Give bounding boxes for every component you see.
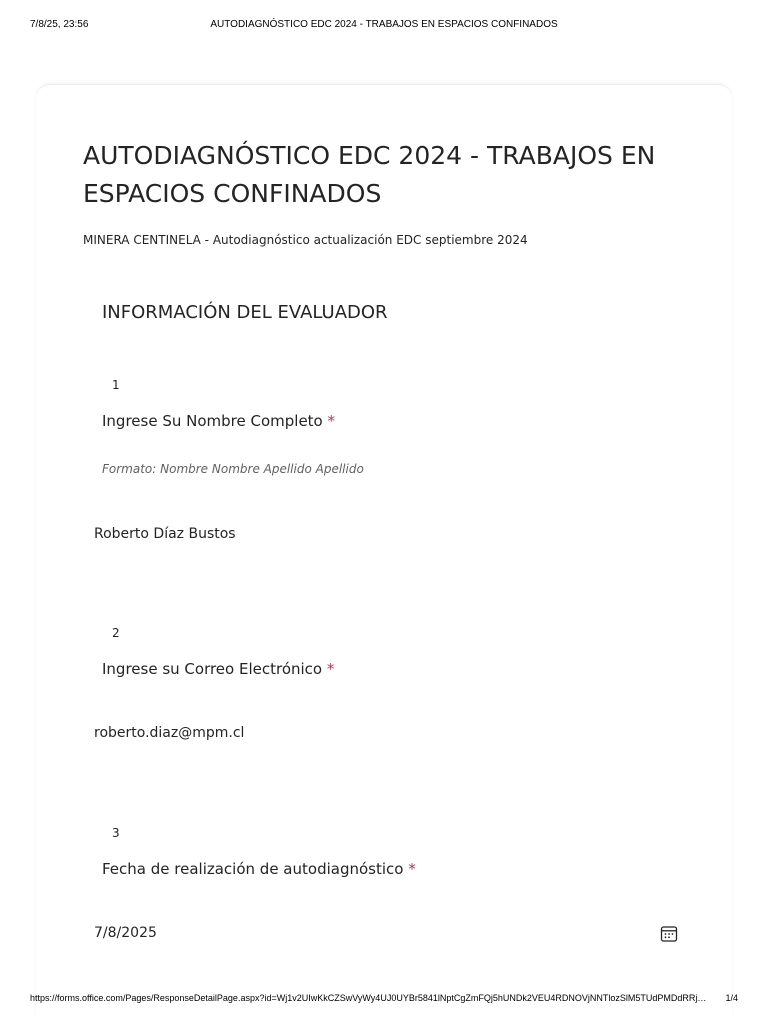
required-marker: * [408,860,416,878]
form-title: AUTODIAGNÓSTICO EDC 2024 - TRABAJOS EN E… [83,141,656,208]
print-date: 7/8/25, 23:56 [30,19,89,30]
question-3-label-text: Fecha de realización de autodiagnóstico [102,860,404,878]
print-page-number: 1/4 [725,993,738,1003]
question-1-label-text: Ingrese Su Nombre Completo [102,412,323,430]
question-1-answer: Roberto Díaz Bustos [94,526,236,542]
print-title: AUTODIAGNÓSTICO EDC 2024 - TRABAJOS EN E… [210,19,558,30]
print-header: AUTODIAGNÓSTICO EDC 2024 - TRABAJOS EN E… [0,19,768,33]
question-3-number: 3 [112,826,120,840]
question-1-label: Ingrese Su Nombre Completo * [102,412,335,430]
question-1-hint: Formato: Nombre Nombre Apellido Apellido [102,462,364,476]
required-marker: * [326,660,335,678]
form-subtitle: MINERA CENTINELA - Autodiagnóstico actua… [83,233,528,247]
calendar-icon[interactable] [660,925,678,943]
question-3-label: Fecha de realización de autodiagnóstico … [102,860,416,878]
question-2-label: Ingrese su Correo Electrónico * [102,660,334,678]
question-2-answer: roberto.diaz@mpm.cl [94,725,245,741]
section-title: INFORMACIÓN DEL EVALUADOR [102,302,388,323]
print-url: https://forms.office.com/Pages/ResponseD… [30,993,708,1003]
print-footer: https://forms.office.com/Pages/ResponseD… [0,993,768,1007]
question-1-number: 1 [112,378,120,392]
required-marker: * [327,412,336,430]
question-3-answer: 7/8/2025 [94,925,157,941]
question-2-number: 2 [112,626,120,640]
question-2-label-text: Ingrese su Correo Electrónico [102,660,323,678]
